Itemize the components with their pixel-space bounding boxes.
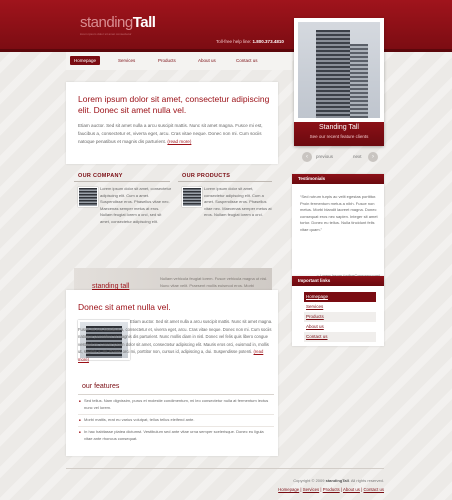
- feature-subtitle: See our recent feature clients: [309, 134, 369, 139]
- testimonial-quote: “Sed rutrum turpis ac velit egestas port…: [300, 194, 378, 232]
- features-heading-light: our: [82, 383, 93, 390]
- copyright-prefix: Copyright © 2009: [293, 478, 325, 483]
- feature-building-image[interactable]: [298, 22, 380, 118]
- features-heading-bold: features: [94, 383, 120, 390]
- banner-title-link[interactable]: standing tall: [92, 283, 129, 290]
- feature-card: Standing Tall See our recent feature cli…: [294, 18, 384, 146]
- logo-tagline: lorem ipsum dolor sit amet consectetur: [80, 32, 132, 36]
- main-nav: Homepage Services Products About us Cont…: [66, 52, 292, 70]
- tollfree-label: Toll-free help line:: [216, 39, 252, 44]
- company-text: Lorem ipsum dolor sit amet, consectetur …: [100, 186, 172, 224]
- products-divider: [178, 181, 272, 182]
- feature-bullet: Sed tellus. Nam dignissim, purus et mole…: [79, 398, 272, 411]
- site-logo[interactable]: standingTall: [80, 14, 156, 31]
- previous-link[interactable]: previous: [316, 154, 333, 159]
- important-link-homepage[interactable]: Homepage: [304, 292, 376, 302]
- feature-bullet: In hac habitasse platea dictumst. Vestib…: [79, 429, 272, 442]
- intro-text: Etiam auctor. Sed sit amet nulla a arcu …: [78, 122, 274, 146]
- article-paragraph: Etiam auctor. Sed sit amet nulla a arcu …: [78, 319, 273, 355]
- nav-item-contact-us[interactable]: Contact us: [236, 56, 258, 65]
- footer-link-about-us[interactable]: About us: [343, 487, 360, 492]
- article-headline: Donec sit amet nulla vel.: [78, 302, 171, 312]
- tower-graphic-secondary: [350, 44, 368, 118]
- next-arrow-icon[interactable]: ›: [368, 152, 378, 162]
- important-links-title: Important links: [298, 278, 331, 283]
- intro-headline: Lorem ipsum dolor sit amet, consectetur …: [78, 94, 270, 115]
- footer-links: Homepage | Services | Products | About u…: [278, 487, 384, 492]
- footer-link-homepage[interactable]: Homepage: [278, 487, 299, 492]
- feature-title: Standing Tall: [319, 124, 359, 131]
- copyright: Copyright © 2009 standingTall. All right…: [250, 478, 384, 483]
- tower-graphic: [316, 30, 350, 118]
- products-thumbnail[interactable]: [182, 187, 202, 207]
- footer-link-contact-us[interactable]: Contact us: [363, 487, 384, 492]
- next-link[interactable]: next: [353, 154, 362, 159]
- logo-light-text: standing: [80, 14, 133, 31]
- features-heading: our features: [82, 383, 119, 390]
- bullet-divider: [78, 426, 274, 427]
- copyright-site: standingTall: [325, 478, 349, 483]
- our-products-heading: OUR PRODUCTS: [182, 173, 231, 179]
- feature-bullet: Morbi mattis, erat eu varius volutpat, t…: [79, 417, 272, 424]
- tollfree-number: 1.800.373.4810: [252, 39, 284, 44]
- logo-bold-text: Tall: [132, 14, 156, 31]
- previous-arrow-icon[interactable]: ‹: [302, 152, 312, 162]
- footer-link-services[interactable]: Services: [303, 487, 319, 492]
- nav-item-services[interactable]: Services: [118, 56, 135, 65]
- important-link-contact-us[interactable]: Contact us: [304, 332, 376, 342]
- tollfree-line: Toll-free help line: 1.800.373.4810: [216, 39, 284, 44]
- intro-read-more-link[interactable]: (read more): [167, 139, 191, 144]
- nav-item-products[interactable]: Products: [158, 56, 176, 65]
- nav-item-about-us[interactable]: About us: [198, 56, 216, 65]
- footer-divider: [66, 468, 384, 469]
- important-link-about-us[interactable]: About us: [304, 322, 376, 332]
- footer-link-products[interactable]: Products: [323, 487, 340, 492]
- article-text: Etiam auctor. Sed sit amet nulla a arcu …: [78, 318, 274, 364]
- company-divider: [74, 181, 170, 182]
- important-link-products[interactable]: Products: [304, 312, 376, 322]
- site-header: [0, 0, 452, 52]
- features-divider: [78, 394, 274, 395]
- important-link-services[interactable]: Services: [304, 302, 376, 312]
- nav-item-homepage[interactable]: Homepage: [70, 56, 101, 65]
- copyright-suffix: . All rights reserved.: [348, 478, 384, 483]
- testimonials-title: Testimonials: [298, 176, 326, 181]
- bullet-divider: [78, 414, 274, 415]
- our-company-heading: OUR COMPANY: [78, 173, 123, 179]
- products-text: Lorem ipsum dolor sit amet, consectetur …: [204, 186, 272, 217]
- company-thumbnail[interactable]: [78, 187, 98, 207]
